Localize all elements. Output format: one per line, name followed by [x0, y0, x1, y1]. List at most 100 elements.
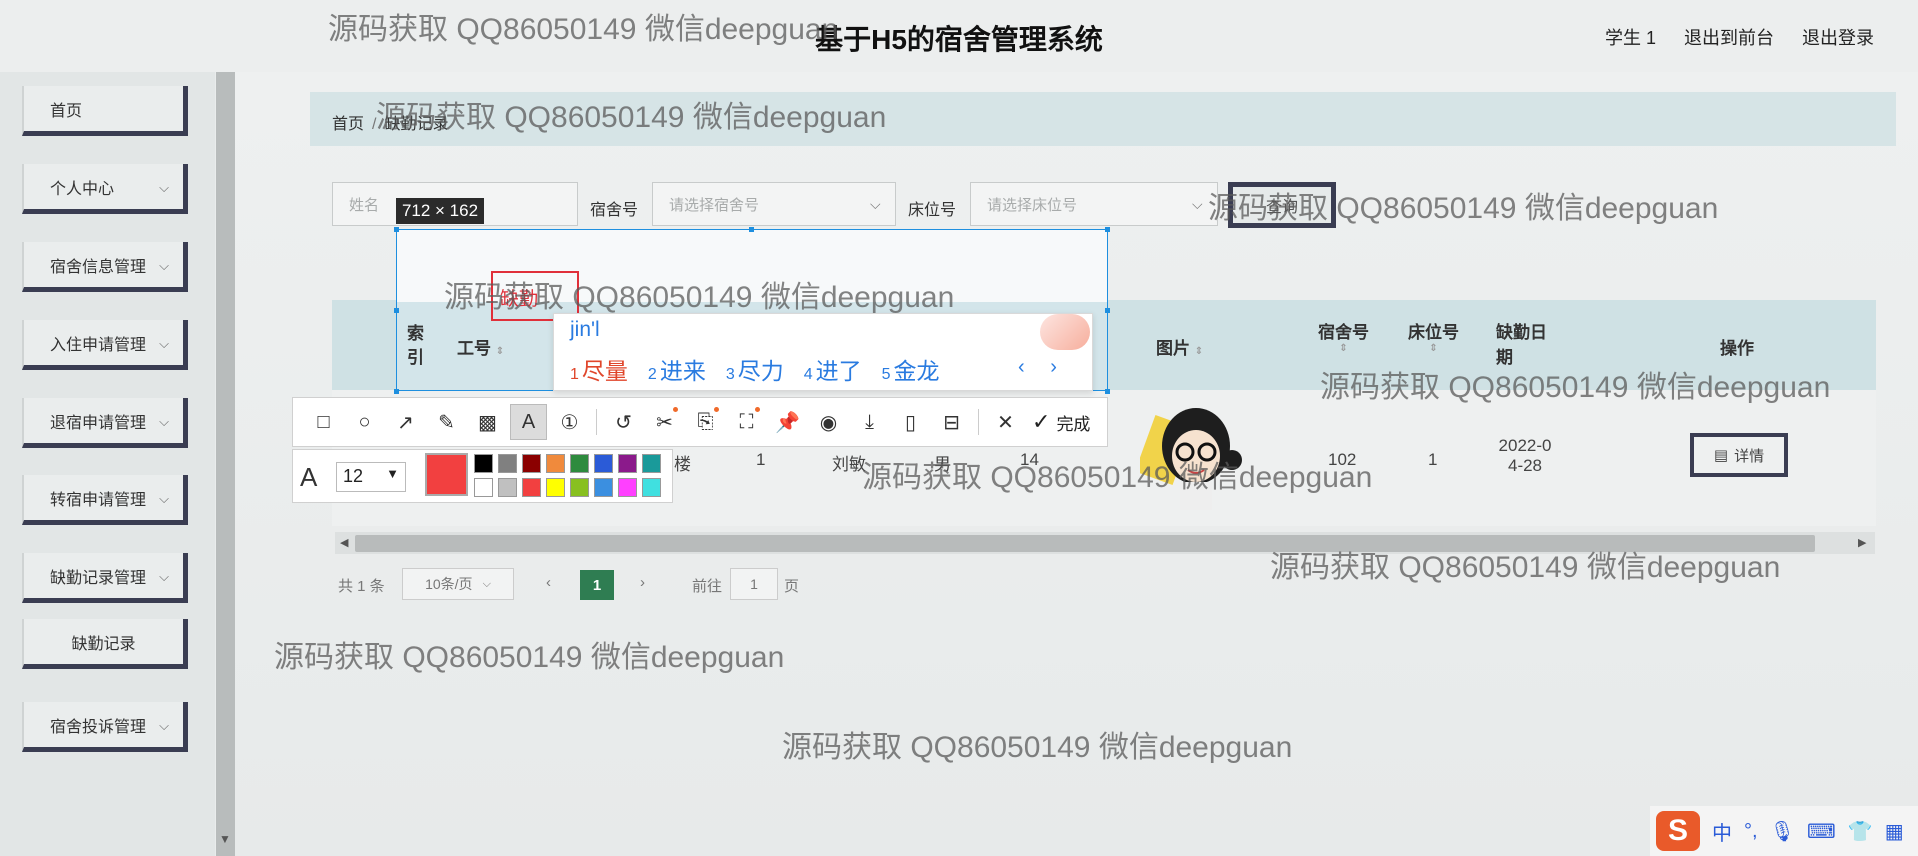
- bed-select[interactable]: 请选择床位号: [970, 182, 1218, 226]
- toolbar-divider: [596, 409, 597, 435]
- sidebar-item-home[interactable]: 首页: [22, 86, 188, 136]
- done-button[interactable]: ✓ 完成: [1032, 409, 1090, 435]
- col-header-image[interactable]: 图片 ⇕: [1156, 334, 1203, 359]
- prev-page-icon[interactable]: ‹: [546, 574, 551, 591]
- language-toggle[interactable]: 中: [1712, 817, 1732, 846]
- microphone-icon[interactable]: 🎙: [1770, 819, 1795, 844]
- color-swatch[interactable]: [546, 478, 565, 497]
- rectangle-tool-icon[interactable]: □: [305, 404, 342, 440]
- punctuation-toggle[interactable]: °,: [1744, 820, 1758, 843]
- color-swatch[interactable]: [570, 454, 589, 473]
- dorm-select[interactable]: 请选择宿舍号: [652, 182, 896, 226]
- detail-button[interactable]: ▤ 详情: [1690, 433, 1788, 477]
- ime-page-arrows-icon[interactable]: ‹ ›: [1018, 356, 1067, 379]
- resize-handle[interactable]: [394, 308, 399, 313]
- scroll-down-arrow-icon[interactable]: ▼: [219, 832, 231, 846]
- color-swatch[interactable]: [474, 478, 493, 497]
- undo-icon[interactable]: ↺: [605, 404, 642, 440]
- sort-icon[interactable]: ⇕: [1195, 346, 1203, 357]
- resize-handle[interactable]: [394, 227, 399, 232]
- color-swatch[interactable]: [522, 454, 541, 473]
- color-swatch[interactable]: [618, 478, 637, 497]
- resize-handle[interactable]: [749, 227, 754, 232]
- ime-candidate[interactable]: 2 进来: [648, 352, 706, 386]
- color-swatch[interactable]: [570, 478, 589, 497]
- sort-icon[interactable]: ⇕: [1318, 343, 1369, 354]
- sidebar-item-absence-mgmt[interactable]: 缺勤记录管理 ⌵: [22, 553, 188, 603]
- col-header-dorm[interactable]: 宿舍号 ⇕: [1318, 318, 1369, 354]
- ime-candidate[interactable]: 5 金龙: [882, 352, 940, 386]
- logout-link[interactable]: 退出登录: [1802, 24, 1874, 50]
- pin-icon[interactable]: 📌: [769, 404, 806, 440]
- ime-candidate[interactable]: 4 进了: [804, 352, 862, 386]
- sidebar-scrollbar[interactable]: [216, 72, 235, 856]
- bookmark-icon[interactable]: ⊟: [933, 404, 970, 440]
- close-icon[interactable]: ✕: [987, 404, 1024, 440]
- breadcrumb-home[interactable]: 首页: [332, 116, 364, 133]
- sidebar-subitem-absence[interactable]: 缺勤记录: [22, 619, 188, 669]
- ime-candidate[interactable]: 3 尽力: [726, 352, 784, 386]
- sidebar-item-checkout[interactable]: 退宿申请管理 ⌵: [22, 398, 188, 448]
- sidebar-item-personal-center[interactable]: 个人中心 ⌵: [22, 164, 188, 214]
- next-page-icon[interactable]: ›: [640, 574, 645, 591]
- ellipse-tool-icon[interactable]: ○: [346, 404, 383, 440]
- sidebar-item-label: 宿舍投诉管理: [50, 718, 147, 736]
- color-swatch[interactable]: [546, 454, 565, 473]
- number-marker-tool-icon[interactable]: ①: [551, 404, 588, 440]
- hscrollbar-thumb[interactable]: [355, 535, 1815, 552]
- download-icon[interactable]: ⤓: [851, 404, 888, 440]
- scroll-left-arrow-icon[interactable]: ◀: [340, 536, 348, 549]
- sidebar-item-label: 缺勤记录管理: [50, 569, 147, 587]
- color-swatch[interactable]: [498, 478, 517, 497]
- sogou-logo-icon[interactable]: S: [1656, 811, 1700, 851]
- resize-handle[interactable]: [1105, 308, 1110, 313]
- search-button[interactable]: 查询: [1228, 182, 1336, 228]
- color-swatch[interactable]: [594, 454, 613, 473]
- skin-icon[interactable]: 👕: [1848, 819, 1873, 844]
- color-swatch[interactable]: [642, 454, 661, 473]
- sidebar-item-transfer[interactable]: 转宿申请管理 ⌵: [22, 475, 188, 525]
- scroll-right-arrow-icon[interactable]: ▶: [1858, 536, 1866, 549]
- check-icon: ✓: [1032, 409, 1051, 434]
- chevron-up-icon: ⌵: [159, 569, 169, 584]
- grid-icon[interactable]: ▦: [1885, 819, 1904, 844]
- col-header-staff-id[interactable]: 工号 ⇕: [457, 334, 504, 359]
- color-swatch[interactable]: [618, 454, 637, 473]
- resize-handle[interactable]: [1105, 389, 1110, 394]
- ime-status-bar: S 中 °, 🎙 ⌨ 👕 ▦: [1650, 806, 1918, 856]
- smart-cut-icon[interactable]: ✂: [646, 404, 683, 440]
- sort-icon[interactable]: ⇕: [496, 346, 504, 357]
- ime-candidate[interactable]: 1 尽量: [570, 352, 628, 386]
- text-tool-icon[interactable]: A: [510, 404, 547, 440]
- record-icon[interactable]: ◉: [810, 404, 847, 440]
- resize-handle[interactable]: [394, 389, 399, 394]
- col-header-bed[interactable]: 床位号 ⇕: [1408, 318, 1459, 354]
- color-swatch[interactable]: [474, 454, 493, 473]
- document-icon: ▤: [1713, 447, 1729, 464]
- phone-send-icon[interactable]: ▯: [892, 404, 929, 440]
- pen-tool-icon[interactable]: ✎: [428, 404, 465, 440]
- color-swatch[interactable]: [522, 478, 541, 497]
- resize-handle[interactable]: [1105, 227, 1110, 232]
- arrow-tool-icon[interactable]: ↗: [387, 404, 424, 440]
- color-swatch[interactable]: [642, 478, 661, 497]
- goto-page-input[interactable]: 1: [730, 568, 778, 600]
- color-swatch[interactable]: [498, 454, 517, 473]
- sort-icon[interactable]: ⇕: [1408, 343, 1459, 354]
- back-to-front-link[interactable]: 退出到前台: [1684, 24, 1774, 50]
- current-color-swatch[interactable]: [425, 453, 468, 496]
- user-link[interactable]: 学生 1: [1605, 24, 1656, 50]
- mosaic-tool-icon[interactable]: ▩: [469, 404, 506, 440]
- font-size-select[interactable]: 12 ▼: [336, 462, 406, 492]
- sidebar-item-dorm-info[interactable]: 宿舍信息管理 ⌵: [22, 242, 188, 292]
- long-capture-icon[interactable]: ⛶: [728, 404, 765, 440]
- col-header-absence-date[interactable]: 缺勤日期: [1496, 318, 1552, 368]
- keyboard-icon[interactable]: ⌨: [1807, 819, 1836, 844]
- page-size-select[interactable]: 10条/页 ⌵: [402, 568, 514, 600]
- sidebar-item-checkin[interactable]: 入住申请管理 ⌵: [22, 320, 188, 370]
- page-number-active[interactable]: 1: [580, 570, 614, 600]
- ocr-translate-icon[interactable]: ⎘: [687, 404, 724, 440]
- color-swatch[interactable]: [594, 478, 613, 497]
- sidebar-item-complaints[interactable]: 宿舍投诉管理 ⌵: [22, 702, 188, 752]
- name-placeholder: 姓名: [349, 197, 380, 214]
